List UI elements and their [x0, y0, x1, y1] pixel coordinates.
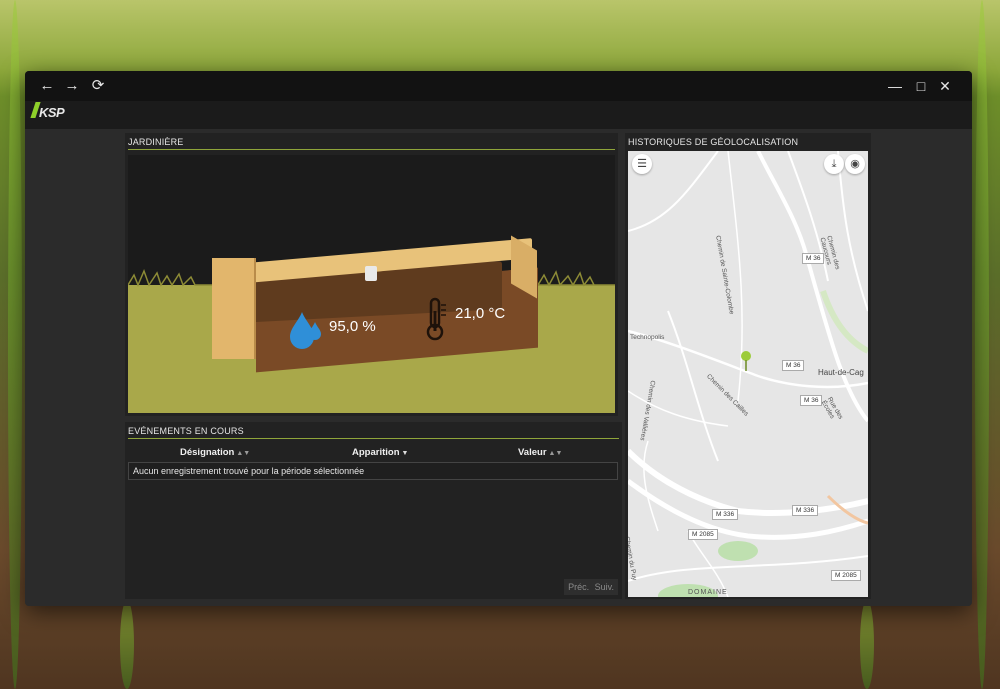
road-badge: M 336: [792, 505, 819, 516]
sensor-device-icon: [365, 266, 377, 281]
events-panel-title: EVÉNEMENTS EN COURS: [128, 426, 244, 436]
back-button[interactable]: ←: [37, 76, 57, 96]
map-label-domaine: DOMAINE: [688, 589, 728, 596]
close-button[interactable]: ✕: [935, 76, 955, 96]
map-label-technopolis: Technopolis: [630, 334, 665, 341]
map-view[interactable]: ☰ ⤓ ◉ Chemin de Sainte-Colombe Chemin de…: [628, 151, 868, 597]
eye-icon[interactable]: ◉: [845, 154, 865, 174]
header-bar: KSP: [25, 101, 972, 129]
maximize-button[interactable]: □: [911, 76, 931, 96]
panel-divider: [128, 438, 619, 439]
sort-desc-icon: ▼: [401, 450, 409, 457]
map-label-haut-de-cagnes: Haut-de-Cag: [818, 368, 864, 377]
app-window: ← → ⟳ — □ ✕ KSP JARDINIÈRE 95,0 % 21,0 °…: [25, 71, 972, 606]
next-page-button[interactable]: Suiv.: [595, 582, 614, 592]
planter-side: [212, 258, 256, 359]
forward-button[interactable]: →: [62, 76, 82, 96]
events-table-header: Désignation ▲▼ Apparition ▼ Valeur ▲▼: [128, 445, 618, 462]
planter-scene: 95,0 % 21,0 °C: [128, 155, 615, 413]
map-menu-button[interactable]: ☰: [632, 154, 652, 174]
column-valeur[interactable]: Valeur ▲▼: [518, 447, 562, 458]
road-badge: M 2085: [688, 529, 718, 540]
road-badge: M 36: [802, 253, 825, 264]
location-pin-icon[interactable]: [740, 350, 752, 372]
sort-icon: ▲▼: [236, 450, 251, 457]
road-badge: M 36: [782, 360, 805, 371]
prev-page-button[interactable]: Préc.: [568, 582, 589, 592]
planter-panel: JARDINIÈRE 95,0 % 21,0 °C: [125, 133, 618, 416]
temperature-value: 21,0 °C: [455, 305, 506, 322]
panel-divider: [128, 149, 615, 150]
thermometer-icon: [426, 297, 446, 341]
title-bar: ← → ⟳ — □ ✕: [25, 71, 972, 101]
geolocation-panel: HISTORIQUES DE GÉOLOCALISATION ☰ ⤓ ◉ Che…: [625, 133, 871, 599]
humidity-value: 95,0 %: [329, 318, 376, 335]
empty-table-message: Aucun enregistrement trouvé pour la péri…: [128, 462, 618, 480]
events-panel: EVÉNEMENTS EN COURS Désignation ▲▼ Appari…: [125, 422, 622, 599]
geolocation-panel-title: HISTORIQUES DE GÉOLOCALISATION: [628, 137, 799, 147]
road-badge: M 2085: [831, 570, 861, 581]
column-designation[interactable]: Désignation ▲▼: [180, 447, 250, 458]
planter-panel-title: JARDINIÈRE: [128, 137, 184, 147]
water-drop-icon: [290, 312, 321, 349]
road-badge: M 336: [712, 509, 739, 520]
road-badge: M 36: [800, 395, 823, 406]
column-apparition[interactable]: Apparition ▼: [352, 447, 408, 458]
refresh-button[interactable]: ⟳: [88, 76, 108, 96]
minimize-button[interactable]: —: [885, 76, 905, 96]
dashboard: JARDINIÈRE 95,0 % 21,0 °C EVÉNEMENTS EN …: [25, 129, 972, 606]
download-icon[interactable]: ⤓: [824, 154, 844, 174]
logo[interactable]: KSP: [39, 105, 65, 120]
sort-icon: ▲▼: [548, 450, 563, 457]
pagination: Préc. Suiv.: [564, 579, 618, 595]
